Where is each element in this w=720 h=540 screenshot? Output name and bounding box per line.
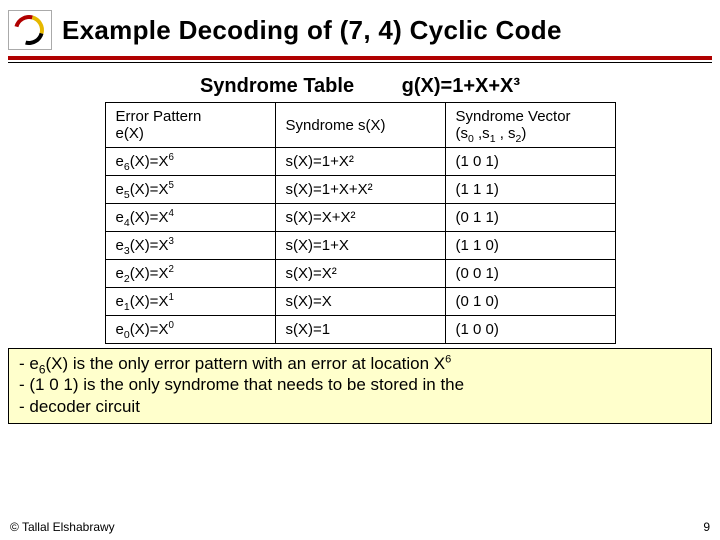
- col-header-error-pattern: Error Patterne(X): [105, 103, 275, 148]
- table-row: e0(X)=X0 s(X)=1 (1 0 0): [105, 316, 615, 344]
- note-line-3: - decoder circuit: [19, 396, 701, 417]
- page-number: 9: [703, 520, 710, 534]
- cell-syndrome: s(X)=1: [275, 316, 445, 344]
- table-heading-label: Syndrome Table: [200, 75, 354, 97]
- table-row: e6(X)=X6 s(X)=1+X² (1 0 1): [105, 148, 615, 176]
- table-row: e3(X)=X3 s(X)=1+X (1 1 0): [105, 232, 615, 260]
- copyright-text: © Tallal Elshabrawy: [10, 520, 115, 534]
- cell-error-pattern: e0(X)=X0: [105, 316, 275, 344]
- cell-syndrome: s(X)=X²: [275, 260, 445, 288]
- cell-error-pattern: e6(X)=X6: [105, 148, 275, 176]
- cell-syndrome: s(X)=X+X²: [275, 204, 445, 232]
- cell-vector: (0 0 1): [445, 260, 615, 288]
- table-row: e5(X)=X5 s(X)=1+X+X² (1 1 1): [105, 176, 615, 204]
- generator-poly: g(X)=1+X+X³: [402, 75, 520, 98]
- cell-syndrome: s(X)=1+X²: [275, 148, 445, 176]
- divider-red: [8, 56, 712, 60]
- cell-vector: (0 1 1): [445, 204, 615, 232]
- cell-error-pattern: e5(X)=X5: [105, 176, 275, 204]
- table-heading: Syndrome Table g(X)=1+X+X³: [0, 75, 720, 98]
- syndrome-table: Error Patterne(X) Syndrome s(X) Syndrome…: [105, 102, 616, 344]
- col-header-syndrome-vector: Syndrome Vector (s0 ,s1 , s2): [445, 103, 615, 148]
- cell-vector: (1 0 0): [445, 316, 615, 344]
- cell-vector: (0 1 0): [445, 288, 615, 316]
- slide-header: Example Decoding of (7, 4) Cyclic Code: [0, 0, 720, 56]
- table-row: e2(X)=X2 s(X)=X² (0 0 1): [105, 260, 615, 288]
- note-box: - e6(X) is the only error pattern with a…: [8, 348, 712, 424]
- table-header-row: Error Patterne(X) Syndrome s(X) Syndrome…: [105, 103, 615, 148]
- logo-icon: [8, 10, 52, 50]
- note-line-1: - e6(X) is the only error pattern with a…: [19, 353, 701, 374]
- note-line-2: - (1 0 1) is the only syndrome that need…: [19, 374, 701, 395]
- cell-syndrome: s(X)=1+X: [275, 232, 445, 260]
- cell-error-pattern: e1(X)=X1: [105, 288, 275, 316]
- cell-error-pattern: e4(X)=X4: [105, 204, 275, 232]
- col-header-syndrome-sx: Syndrome s(X): [275, 103, 445, 148]
- slide-title: Example Decoding of (7, 4) Cyclic Code: [62, 15, 562, 46]
- divider-thin: [8, 62, 712, 63]
- cell-error-pattern: e3(X)=X3: [105, 232, 275, 260]
- table-row: e1(X)=X1 s(X)=X (0 1 0): [105, 288, 615, 316]
- slide-footer: © Tallal Elshabrawy 9: [10, 520, 710, 534]
- cell-vector: (1 1 1): [445, 176, 615, 204]
- cell-vector: (1 0 1): [445, 148, 615, 176]
- cell-syndrome: s(X)=1+X+X²: [275, 176, 445, 204]
- cell-error-pattern: e2(X)=X2: [105, 260, 275, 288]
- table-row: e4(X)=X4 s(X)=X+X² (0 1 1): [105, 204, 615, 232]
- cell-vector: (1 1 0): [445, 232, 615, 260]
- cell-syndrome: s(X)=X: [275, 288, 445, 316]
